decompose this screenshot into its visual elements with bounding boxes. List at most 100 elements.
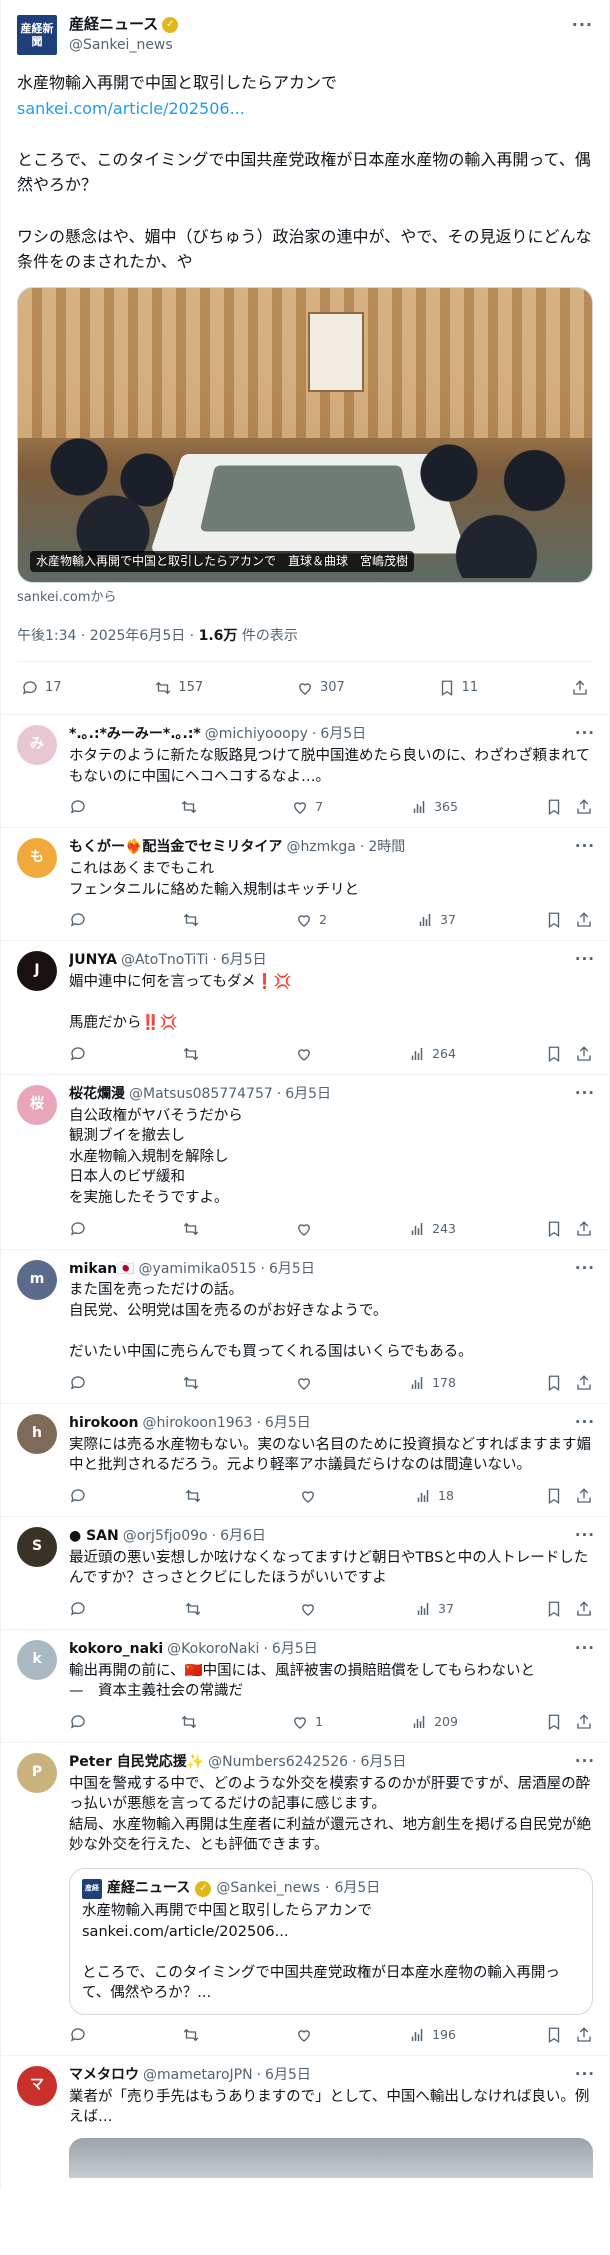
author-handle[interactable]: @Sankei_news — [69, 36, 178, 56]
reply-time[interactable]: 6月5日 — [221, 951, 267, 971]
quoted-post[interactable]: 産経 産経ニュース ✓ @Sankei_news · 6月5日 水産物輸入再開で中国と取引し… — [69, 1867, 593, 2015]
views-button[interactable]: 243 — [408, 1220, 456, 1238]
avatar[interactable]: m — [17, 1259, 57, 1300]
reply-author-name[interactable]: JUNYA — [69, 951, 117, 971]
repost-button[interactable] — [180, 1713, 204, 1731]
reply-author-name[interactable]: hirokoon — [69, 1414, 138, 1434]
bookmark-icon[interactable] — [545, 1374, 563, 1392]
more-options-icon[interactable]: ··· — [575, 723, 595, 744]
card-source[interactable]: sankei.comから — [17, 589, 593, 607]
bookmark-icon[interactable] — [545, 1220, 563, 1238]
like-button[interactable] — [295, 1045, 319, 1063]
share-icon[interactable] — [575, 1220, 593, 1238]
like-button[interactable]: 1 — [291, 1713, 323, 1731]
avatar[interactable]: h — [17, 1413, 57, 1454]
bookmark-icon[interactable] — [545, 1600, 563, 1618]
avatar[interactable]: S — [17, 1526, 57, 1567]
avatar[interactable]: マ — [17, 2065, 57, 2106]
views-button[interactable]: 178 — [408, 1374, 456, 1392]
reply-author-handle[interactable]: @hzmkga — [286, 838, 355, 858]
share-icon[interactable] — [575, 2026, 593, 2044]
repost-button[interactable] — [184, 1487, 208, 1505]
reply-post[interactable]: J JUNYA @AtoTnoTiTi · 6月5日 媚中連中に何を言ってもダメ… — [1, 941, 609, 1075]
reply-button[interactable] — [69, 1713, 93, 1731]
reply-time[interactable]: 6月5日 — [285, 1085, 331, 1105]
reply-post[interactable]: m mikan🇯🇵 @yamimika0515 · 6月5日 また国を売っただけ… — [1, 1250, 609, 1404]
avatar[interactable]: k — [17, 1639, 57, 1680]
more-options-icon[interactable]: ··· — [575, 949, 595, 970]
reply-time[interactable]: 6月5日 — [320, 725, 366, 745]
reply-time[interactable]: 2時間 — [368, 838, 405, 858]
views-button[interactable]: 264 — [408, 1045, 456, 1063]
share-icon[interactable] — [575, 1045, 593, 1063]
reply-button[interactable] — [69, 1045, 93, 1063]
reply-button[interactable] — [69, 1220, 93, 1238]
bookmark-icon[interactable] — [545, 1713, 563, 1731]
reply-author-handle[interactable]: @yamimika0515 — [139, 1260, 257, 1280]
reply-button[interactable] — [69, 798, 93, 816]
more-options-icon[interactable]: ··· — [575, 1525, 595, 1546]
reply-button[interactable] — [69, 2026, 93, 2044]
repost-button[interactable] — [182, 911, 206, 929]
avatar[interactable]: も — [17, 838, 57, 879]
reply-author-handle[interactable]: @AtoTnoTiTi — [121, 951, 208, 971]
avatar[interactable]: J — [17, 951, 57, 992]
reply-time[interactable]: 6月6日 — [220, 1527, 266, 1547]
article-link[interactable]: sankei.com/article/202506... — [17, 99, 245, 118]
more-options-icon[interactable]: ··· — [575, 2064, 595, 2085]
reply-author-handle[interactable]: @michiyooopy — [205, 725, 308, 745]
reply-post[interactable]: S ● SAN @orj5fjo09o · 6月6日 最近頭の悪い妄想しか呟けな… — [1, 1517, 609, 1630]
reply-post[interactable]: k kokoro_naki @KokoroNaki · 6月5日 輸出再開の前に… — [1, 1630, 609, 1743]
reply-image[interactable] — [69, 2137, 593, 2178]
repost-button[interactable] — [182, 1374, 206, 1392]
like-button[interactable]: 307 — [296, 679, 345, 697]
like-button[interactable]: 7 — [291, 798, 323, 816]
views-button[interactable]: 365 — [410, 798, 458, 816]
reply-time[interactable]: 6月5日 — [265, 1414, 311, 1434]
reply-author-name[interactable]: mikan🇯🇵 — [69, 1260, 135, 1280]
reply-author-name[interactable]: 桜花爛漫 — [69, 1085, 125, 1105]
share-icon[interactable] — [575, 911, 593, 929]
reply-post[interactable]: も もくがー❤️‍🔥配当金でセミリタイア @hzmkga · 2時間 これはあく… — [1, 828, 609, 942]
reply-button[interactable]: 17 — [21, 679, 62, 697]
reply-button[interactable] — [69, 1374, 93, 1392]
repost-button[interactable] — [182, 2026, 206, 2044]
share-icon[interactable] — [575, 1487, 593, 1505]
repost-button[interactable]: 157 — [154, 679, 203, 697]
views-button[interactable]: 37 — [414, 1600, 454, 1618]
like-button[interactable] — [299, 1600, 323, 1618]
reply-post[interactable]: 桜 桜花爛漫 @Matsus085774757 · 6月5日 自公政権がヤバそう… — [1, 1075, 609, 1250]
repost-button[interactable] — [182, 1220, 206, 1238]
reply-post[interactable]: h hirokoon @hirokoon1963 · 6月5日 実際には売る水産… — [1, 1404, 609, 1517]
bookmark-icon[interactable] — [545, 798, 563, 816]
more-options-icon[interactable]: ··· — [575, 1258, 595, 1279]
reply-post[interactable]: み *.｡.:*みーみー*.｡.:* @michiyooopy · 6月5日 ホ… — [1, 715, 609, 829]
reply-button[interactable] — [69, 911, 93, 929]
reply-time[interactable]: 6月5日 — [361, 1753, 407, 1773]
reply-author-name[interactable]: マメタロウ — [69, 2066, 139, 2086]
reply-author-handle[interactable]: @Numbers6242526 — [208, 1753, 348, 1773]
views-button[interactable]: 37 — [416, 911, 456, 929]
bookmark-icon[interactable] — [545, 1487, 563, 1505]
reply-author-handle[interactable]: @hirokoon1963 — [142, 1414, 252, 1434]
avatar[interactable]: P — [17, 1752, 57, 1793]
more-options-icon[interactable]: ··· — [575, 836, 595, 857]
avatar[interactable]: 産経新聞 — [17, 15, 57, 55]
more-options-icon[interactable]: ··· — [575, 1638, 595, 1659]
views-button[interactable]: 196 — [408, 2026, 456, 2044]
reply-author-name[interactable]: kokoro_naki — [69, 1640, 163, 1660]
author-name-row[interactable]: 産経ニュース ✓ — [69, 14, 179, 35]
reply-author-name[interactable]: Peter 自民党応援✨ — [69, 1753, 204, 1773]
reply-post[interactable]: P Peter 自民党応援✨ @Numbers6242526 · 6月5日 中国… — [1, 1743, 609, 2056]
bookmark-icon[interactable] — [545, 1045, 563, 1063]
share-button[interactable] — [571, 679, 589, 697]
reply-post[interactable]: マ マメタロウ @mametaroJPN · 6月5日 業者が「売り手先はもうあ… — [1, 2056, 609, 2188]
author-name[interactable]: 産経ニュース — [69, 14, 158, 35]
repost-button[interactable] — [182, 1045, 206, 1063]
reply-author-handle[interactable]: @KokoroNaki — [167, 1640, 259, 1660]
bookmark-icon[interactable] — [545, 2026, 563, 2044]
views-button[interactable]: 18 — [414, 1487, 454, 1505]
reply-author-name[interactable]: *.｡.:*みーみー*.｡.:* — [69, 725, 201, 745]
share-icon[interactable] — [575, 1713, 593, 1731]
repost-button[interactable] — [180, 798, 204, 816]
